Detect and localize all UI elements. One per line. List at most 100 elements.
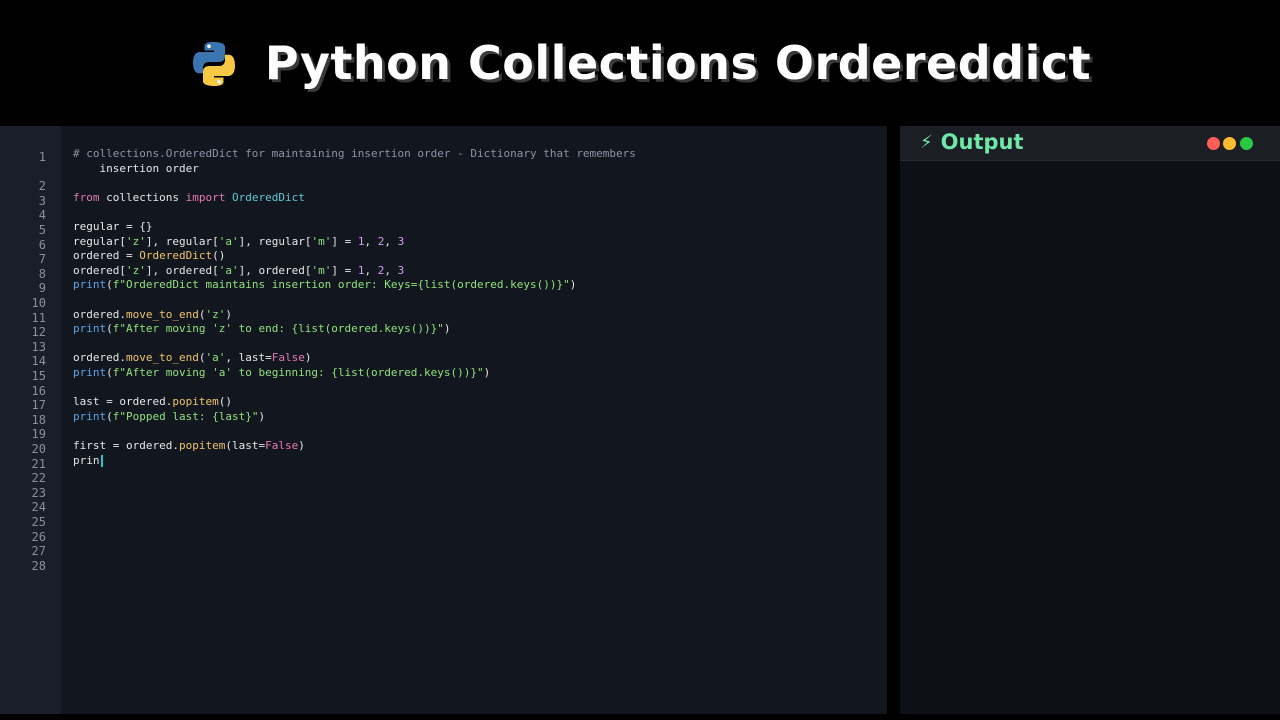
line-number: 25 [31,515,46,529]
code-token: collections [99,190,186,204]
code-token: 'z' [125,263,146,277]
code-line: print(f"After moving 'a' to beginning: {… [73,366,490,380]
code-token: () [218,395,232,409]
code-token: ordered. [73,307,126,321]
line-number: 10 [31,296,46,310]
code-editor[interactable]: 1 2 3 4 5 6 7 8 9 10 11 12 13 14 15 16 17 18 19 20 21 22 23 24 2… [0,126,887,714]
output-title: ⚡ Output [920,130,1024,154]
code-token: 'm' [311,234,332,248]
minimize-dot[interactable] [1223,137,1236,150]
line-number: 19 [31,427,46,442]
code-token: print [73,322,107,336]
code-token: () [212,249,226,263]
code-token: f"After moving 'a' to beginning: {list(o… [112,366,484,379]
line-number: 7 [38,252,46,267]
code-line: regular = {} [73,220,152,234]
code-token: last = ordered. [73,395,173,409]
code-token: import [185,190,226,204]
code-token: from [73,190,100,204]
code-token: ], regular[ [145,234,219,248]
code-token: regular[ [73,234,126,248]
code-token: ) [569,278,577,292]
code-token: , [364,263,378,277]
code-token: prin [73,453,100,467]
code-token: ], regular[ [238,234,312,248]
code-token: f"Popped last: {last}" [112,409,259,423]
code-line: last = ordered.popitem() [73,395,232,409]
maximize-dot[interactable] [1240,137,1253,150]
code-line: # collections.OrderedDict for maintainin… [73,147,636,161]
line-number-gutter: 1 2 3 4 5 6 7 8 9 10 11 12 13 14 15 16 17 18 19 20 21 22 23 24 2… [0,126,61,714]
line-number: 21 [31,456,46,471]
code-token: ( [106,278,113,292]
code-line: prin [73,454,100,468]
line-number: 9 [38,281,46,296]
line-number: 14 [31,354,46,369]
text-cursor [101,454,103,467]
code-token: 'z' [125,234,146,248]
code-token: ] = [331,263,358,277]
code-token: (last= [225,439,266,452]
line-number: 12 [31,325,46,340]
lightning-bolt-icon: ⚡ [920,131,933,153]
output-panel: ⚡ Output [900,126,1280,714]
code-token: print [73,366,107,379]
code-line: regular['z'], regular['a'], regular['m']… [73,235,404,249]
code-token: ) [443,322,451,336]
line-number: 6 [38,237,46,252]
code-token: ( [106,409,113,423]
code-token: ) [483,366,491,379]
line-number: 3 [38,193,46,208]
code-token: 'a' [205,351,226,365]
code-token: 'a' [218,263,239,277]
line-number: 13 [31,339,46,354]
code-line: ordered['z'], ordered['a'], ordered['m']… [73,264,404,278]
code-line: ordered.move_to_end('a', last=False) [73,351,311,365]
code-token: OrderedDict [231,190,305,204]
code-token: ], ordered[ [145,263,219,277]
python-logo-icon [192,42,235,86]
code-token: f"OrderedDict maintains insertion order:… [112,278,570,292]
code-token: , last= [225,351,272,365]
code-token: print [73,278,107,292]
code-token: False [271,351,305,365]
code-token: ordered = [73,249,140,263]
code-token: ordered[ [73,263,126,277]
line-number: 15 [31,369,46,383]
code-line: ordered = OrderedDict() [73,249,225,263]
code-token: popitem [172,395,219,409]
code-token: move_to_end [125,307,199,321]
code-token: print [73,409,107,423]
output-header: ⚡ Output [900,126,1280,161]
line-number: 17 [31,398,46,413]
code-token: ], ordered[ [238,263,312,277]
line-number: 22 [31,471,46,486]
line-number: 18 [31,412,46,427]
code-token: ( [106,366,113,379]
code-line: insertion order [73,161,199,176]
line-number: 27 [31,544,46,559]
line-number: 28 [31,558,46,573]
code-token: 'z' [205,307,226,321]
code-token: insertion order [73,161,199,175]
output-title-label: Output [940,130,1024,154]
line-number: 11 [31,310,46,325]
line-number: 4 [38,208,46,223]
code-token: regular = {} [73,220,153,233]
code-token: 3 [397,234,405,248]
line-number: 24 [31,500,46,515]
close-dot[interactable] [1207,137,1220,150]
code-token: , [384,263,398,277]
code-token: , [384,234,398,248]
code-token: ) [225,307,232,321]
bottom-strip [0,714,1280,720]
code-token: ( [106,322,113,336]
line-number: 2 [38,179,46,194]
title-bar: Python Collections Ordereddict [0,0,1280,126]
code-token: 'm' [311,263,332,277]
line-number: 20 [31,442,46,456]
code-token: ) [304,351,312,365]
code-token: , [364,234,378,248]
line-number: 26 [31,529,46,544]
